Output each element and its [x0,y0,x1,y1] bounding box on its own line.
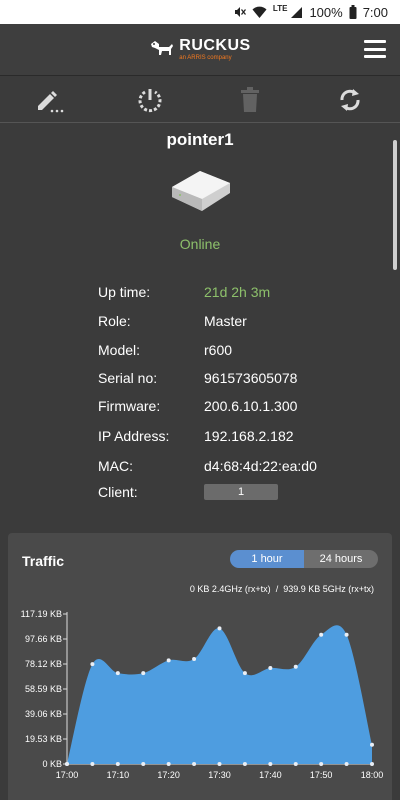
wifi-icon [252,6,267,19]
data-point [370,742,374,747]
clock: 7:00 [362,4,388,20]
x-tick-label: 17:20 [157,770,180,780]
traffic-chart: 0 KB 19.53 KB 39.06 KB 58.59 KB 78.12 KB 97.6… [21,609,384,780]
baseline-point [268,762,273,766]
data-point [344,632,349,637]
x-tick-label: 17:40 [259,770,282,780]
baseline-point [65,762,69,766]
battery-percent: 100% [309,4,343,20]
info-value: 200.6.10.1.300 [204,398,298,414]
data-point [242,671,247,676]
device-name: pointer1 [166,130,234,149]
x-tick-label: 18:00 [361,770,384,780]
info-row-uptime: Up time: 21d 2h 3m [98,284,358,300]
delete-button[interactable] [230,80,270,120]
x-tick-label: 17:30 [208,770,231,780]
brand-name: RUCKUS [179,37,251,54]
baseline-point [344,762,349,766]
data-point [192,657,197,662]
data-point [319,632,324,637]
info-key: Model: [98,342,141,358]
baseline-point [293,762,298,766]
power-icon [138,88,162,112]
y-tick-label: 0 KB [42,759,62,769]
y-tick-label: 19.53 KB [25,734,62,744]
x-tick-label: 17:50 [310,770,333,780]
baseline-point [115,762,120,766]
y-tick-label: 78.12 KB [25,659,62,669]
baseline-point [319,762,324,766]
data-point [90,662,95,667]
info-key: Serial no: [98,370,158,386]
info-row-mac: MAC: d4:68:4d:22:ea:d0 [98,458,358,474]
data-point [115,671,120,676]
info-row-firmware: Firmware: 200.6.10.1.300 [98,398,358,414]
baseline-point [90,762,95,766]
info-row-model: Model: r600 [98,342,358,358]
y-tick-label: 58.59 KB [25,684,62,694]
info-row-client: Client: 1 [98,484,358,500]
ruckus-logo: RUCKUS an ARRIS company [149,38,250,62]
traffic-area [67,625,372,764]
baseline-point [217,762,222,766]
dog-icon [151,40,174,55]
info-key: Role: [98,313,131,329]
refresh-icon [340,88,360,111]
data-point [217,626,222,631]
y-tick-label: 97.66 KB [25,634,62,644]
info-value: Master [204,313,247,329]
info-key: Up time: [98,284,151,300]
menu-button[interactable] [364,40,386,58]
info-row-serial: Serial no: 961573605078 [98,370,358,386]
lte-label: LTE [272,3,288,13]
menu-bar [364,40,386,43]
data-point [268,666,273,671]
status-bar: LTE 100% 7:00 [0,0,400,24]
baseline-point [370,762,374,766]
info-value: r600 [204,342,233,358]
baseline-point [242,762,247,766]
app-header: RUCKUS an ARRIS company [0,24,400,76]
restart-button[interactable] [130,80,170,120]
info-key: MAC: [98,458,133,474]
x-tick-label: 17:10 [107,770,130,780]
edit-icon [38,90,64,112]
menu-bar [364,55,386,58]
access-point-image [172,171,230,211]
info-value: d4:68:4d:22:ea:d0 [204,458,317,474]
baseline-point [166,762,171,766]
info-key: Firmware: [98,398,161,414]
device-status: Online [179,236,221,252]
data-point [293,664,298,669]
data-point [141,671,146,676]
refresh-button[interactable] [330,80,370,120]
battery-icon [349,5,357,19]
trash-icon [241,86,259,112]
x-tick-label: 17:00 [56,770,79,780]
info-key: Client: [98,484,138,500]
info-value: 192.168.2.182 [204,428,294,444]
client-count-badge[interactable]: 1 [204,484,278,500]
baseline-point [141,762,146,766]
brand-subtitle: an ARRIS company [179,55,232,61]
data-point [166,658,171,663]
signal-icon [290,6,303,19]
action-toolbar [0,77,400,123]
baseline-point [192,762,197,766]
info-row-role: Role: Master [98,313,358,329]
y-tick-label: 117.19 KB [21,609,62,619]
menu-bar [364,47,386,51]
y-tick-label: 39.06 KB [25,709,62,719]
info-key: IP Address: [98,428,170,444]
info-row-ip: IP Address: 192.168.2.182 [98,428,358,444]
mute-icon [232,5,246,19]
edit-button[interactable] [30,80,70,120]
info-value: 961573605078 [204,370,298,386]
info-value: 21d 2h 3m [204,284,271,300]
